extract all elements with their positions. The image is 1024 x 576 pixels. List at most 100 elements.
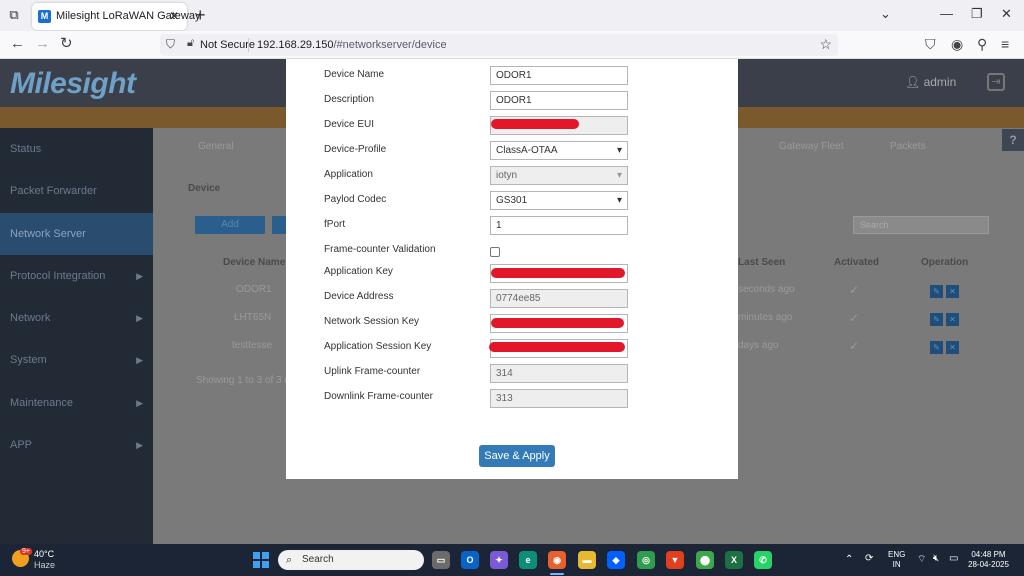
back-icon[interactable]: ← (10, 36, 25, 52)
extensions-icon[interactable]: ⚲ (977, 36, 987, 53)
language-indicator[interactable]: ENG IN (888, 550, 905, 570)
tab-list-icon[interactable]: ⧉ (6, 7, 22, 23)
url-bar[interactable]: ⛉ 🔓︎ Not Secure 192.168.29.150/#networks… (160, 34, 838, 56)
whatsapp-icon[interactable]: ✆ (754, 551, 772, 569)
reload-icon[interactable]: ↻ (60, 36, 73, 52)
add-device-button[interactable]: Add (195, 216, 265, 234)
device-address-input[interactable]: 0774ee85 (490, 289, 628, 308)
tracking-shield-icon[interactable]: ⛉ (166, 37, 175, 52)
section-title: Device (188, 183, 221, 194)
tab-general[interactable]: General (198, 141, 234, 152)
uplink-frame-counter-input[interactable]: 314 (490, 364, 628, 383)
application-label: Application (324, 169, 373, 180)
downlink-frame-counter-input[interactable]: 313 (490, 389, 628, 408)
application-key-label: Application Key (324, 266, 393, 277)
delete-icon[interactable]: ✕ (946, 341, 959, 354)
edge-icon[interactable]: e (519, 551, 537, 569)
taskbar-search-box[interactable]: ⌕ Search (278, 550, 424, 570)
chrome-icon[interactable]: ◎ (637, 551, 655, 569)
activated-check-icon: ✓ (849, 339, 860, 353)
weather-temperature[interactable]: 40°C (34, 549, 54, 559)
activated-check-icon: ✓ (849, 283, 860, 297)
vpn-app-icon[interactable]: ⬤ (696, 551, 714, 569)
outlook-icon[interactable]: O (461, 551, 479, 569)
frame-counter-validation-label: Frame-counter Validation (324, 244, 436, 255)
tab-packets[interactable]: Packets (890, 141, 926, 152)
save-apply-button[interactable]: Save & Apply (479, 445, 555, 467)
tray-sync-icon[interactable]: ⟳ (865, 553, 873, 564)
restore-icon[interactable]: ❐ (971, 6, 983, 22)
windows-taskbar: 9+ 40°C Haze ⌕ Search ▭ O ✦ e ◉ ▬ ◆ ◎ ▼ … (0, 544, 1024, 576)
account-icon[interactable]: ◉ (951, 36, 963, 53)
logout-icon[interactable]: ⇥ (987, 73, 1005, 91)
task-view-icon[interactable]: ▭ (432, 551, 450, 569)
close-tab-icon[interactable]: ✕ (169, 9, 179, 23)
frame-counter-validation-checkbox[interactable] (490, 247, 500, 257)
menu-icon[interactable]: ≡ (1001, 36, 1009, 52)
brave-icon[interactable]: ▼ (666, 551, 684, 569)
not-secure-label: Not Secure (200, 39, 256, 51)
sidebar-item-network-server[interactable]: Network Server (0, 213, 153, 255)
delete-icon[interactable]: ✕ (946, 285, 959, 298)
minimize-icon[interactable]: — (940, 6, 953, 21)
help-button[interactable]: ? (1002, 129, 1024, 151)
sidebar-item-packet-forwarder[interactable]: Packet Forwarder (0, 170, 153, 212)
sidebar-item-label: Maintenance (10, 397, 73, 409)
copilot-icon[interactable]: ✦ (490, 551, 508, 569)
delete-device-button[interactable] (272, 216, 286, 234)
language-top: ENG (888, 550, 906, 559)
redaction-mark (491, 268, 625, 278)
clock[interactable]: 04:48 PM 28-04-2025 (968, 550, 1009, 570)
dropbox-icon[interactable]: ◆ (607, 551, 625, 569)
column-header-operation: Operation (921, 257, 969, 268)
file-explorer-icon[interactable]: ▬ (578, 551, 596, 569)
device-name-input[interactable]: ODOR1 (490, 66, 628, 85)
column-header-last-seen: Last Seen (738, 257, 786, 268)
language-bottom: IN (892, 560, 901, 569)
column-header-activated: Activated (834, 257, 880, 268)
device-search-input[interactable]: Search (853, 216, 989, 234)
volume-muted-icon[interactable]: 🔇︎ (933, 553, 939, 564)
weather-description[interactable]: Haze (34, 560, 55, 570)
device-address-label: Device Address (324, 291, 394, 302)
payload-codec-select[interactable]: GS301 (490, 191, 628, 210)
network-session-key-label: Network Session Key (324, 316, 420, 327)
sidebar-item-system[interactable]: System ▶ (0, 339, 153, 381)
sidebar-item-maintenance[interactable]: Maintenance ▶ (0, 382, 153, 424)
forward-icon[interactable]: → (35, 36, 50, 52)
close-window-icon[interactable]: ✕ (1001, 6, 1012, 22)
browser-tab-bar: ⧉ M Milesight LoRaWAN Gateway ✕ + ⌄ — ❐ … (0, 0, 1024, 31)
battery-icon[interactable]: ▭ (949, 553, 958, 564)
excel-icon[interactable]: X (725, 551, 743, 569)
uplink-frame-counter-label: Uplink Frame-counter (324, 366, 421, 377)
description-input[interactable]: ODOR1 (490, 91, 628, 110)
user-menu[interactable]: 👤︎ admin (905, 75, 956, 89)
tray-chevron-up-icon[interactable]: ⌃ (845, 554, 853, 565)
tab-overflow-chevron-icon[interactable]: ⌄ (880, 6, 891, 22)
pocket-icon[interactable]: ⛉ (925, 36, 936, 53)
edit-icon[interactable]: ✎ (930, 285, 943, 298)
sidebar-item-label: System (10, 354, 47, 366)
new-tab-icon[interactable]: + (195, 5, 206, 25)
device-profile-select[interactable]: ClassA-OTAA (490, 141, 628, 160)
fport-input[interactable]: 1 (490, 216, 628, 235)
sidebar-item-network[interactable]: Network ▶ (0, 297, 153, 339)
weather-alert-badge: 9+ (20, 548, 32, 555)
sidebar-item-label: Protocol Integration (10, 270, 106, 282)
sidebar-item-protocol-integration[interactable]: Protocol Integration ▶ (0, 255, 153, 297)
delete-icon[interactable]: ✕ (946, 313, 959, 326)
insecure-lock-icon[interactable]: 🔓︎ (187, 37, 194, 50)
bookmark-star-icon[interactable]: ☆ (819, 36, 832, 53)
url-text[interactable]: 192.168.29.150/#networkserver/device (257, 39, 447, 51)
tab-gateway-fleet[interactable]: Gateway Fleet (779, 141, 843, 152)
browser-tab[interactable]: M Milesight LoRaWAN Gateway ✕ (32, 3, 200, 30)
wifi-icon[interactable]: ⌔ (917, 553, 926, 566)
windows-start-icon[interactable] (253, 552, 269, 568)
application-select[interactable]: iotyn (490, 166, 628, 185)
sidebar-item-app[interactable]: APP ▶ (0, 424, 153, 466)
sidebar-item-status[interactable]: Status (0, 128, 153, 170)
edit-icon[interactable]: ✎ (930, 313, 943, 326)
redaction-mark (489, 342, 625, 352)
edit-icon[interactable]: ✎ (930, 341, 943, 354)
firefox-icon[interactable]: ◉ (548, 551, 566, 569)
